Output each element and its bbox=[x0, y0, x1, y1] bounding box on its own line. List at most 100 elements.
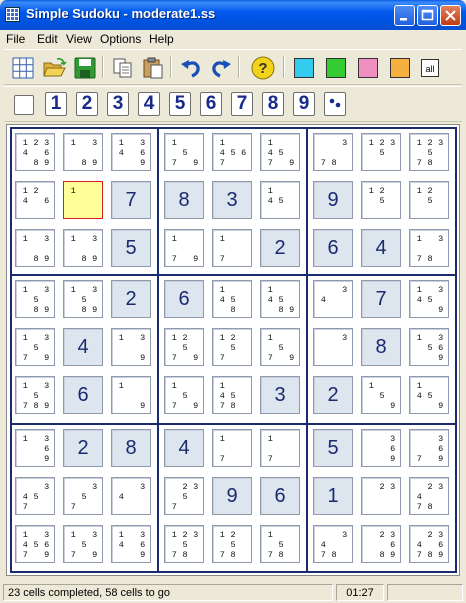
number-6-button[interactable]: 6 bbox=[200, 92, 222, 116]
sudoku-cell[interactable]: 1459 bbox=[409, 376, 449, 414]
sudoku-cell[interactable]: 14578 bbox=[212, 376, 252, 414]
sudoku-cell[interactable]: 1 3589 bbox=[15, 280, 55, 318]
sudoku-cell[interactable]: 3 457 bbox=[15, 477, 55, 515]
sudoku-cell[interactable]: 124 6 bbox=[15, 181, 55, 219]
sudoku-cell[interactable]: 3 bbox=[313, 328, 353, 366]
sudoku-cell[interactable]: 4 bbox=[164, 429, 204, 467]
sudoku-cell[interactable]: 357 bbox=[63, 477, 103, 515]
number-1-button[interactable]: 1 bbox=[45, 92, 67, 116]
maximize-button[interactable] bbox=[417, 5, 438, 26]
sudoku-cell[interactable]: 1 389 bbox=[63, 229, 103, 267]
sudoku-cell[interactable]: 19 bbox=[111, 376, 151, 414]
sudoku-cell[interactable]: 23 bbox=[361, 477, 401, 515]
sudoku-cell[interactable]: 1 3569 bbox=[409, 328, 449, 366]
sudoku-cell[interactable]: 1 3589 bbox=[63, 280, 103, 318]
sudoku-cell[interactable]: 6 bbox=[164, 280, 204, 318]
sudoku-cell[interactable]: 3 bbox=[212, 181, 252, 219]
new-grid-button[interactable] bbox=[10, 55, 36, 81]
sudoku-cell[interactable]: 5 bbox=[111, 229, 151, 267]
sudoku-cell[interactable]: 1579 bbox=[260, 328, 300, 366]
sudoku-cell[interactable]: 1 3 9 bbox=[111, 328, 151, 366]
save-button[interactable] bbox=[72, 55, 98, 81]
sudoku-cell[interactable]: 1456 7 bbox=[212, 133, 252, 171]
sudoku-cell[interactable]: 36 7 9 bbox=[409, 429, 449, 467]
sudoku-cell[interactable]: 123578 bbox=[164, 525, 204, 563]
close-button[interactable] bbox=[440, 5, 461, 26]
sudoku-cell[interactable]: 23689 bbox=[361, 525, 401, 563]
copy-button[interactable] bbox=[110, 55, 136, 81]
sudoku-cell[interactable]: 4 bbox=[63, 328, 103, 366]
sudoku-cell[interactable]: 6 bbox=[313, 229, 353, 267]
menu-help[interactable]: Help bbox=[149, 32, 174, 46]
color-orange-button[interactable] bbox=[387, 55, 413, 81]
sudoku-cell[interactable]: 1578 bbox=[260, 525, 300, 563]
sudoku-cell[interactable]: 1457 9 bbox=[260, 133, 300, 171]
sudoku-cell[interactable]: 1257 9 bbox=[164, 328, 204, 366]
sudoku-cell[interactable]: 5 bbox=[313, 429, 353, 467]
sudoku-cell[interactable]: 145 bbox=[260, 181, 300, 219]
sudoku-cell[interactable]: 2 bbox=[260, 229, 300, 267]
sudoku-cell[interactable]: 3 bbox=[260, 376, 300, 414]
sudoku-cell[interactable]: 34 bbox=[111, 477, 151, 515]
sudoku-cell[interactable]: 123578 bbox=[409, 133, 449, 171]
sudoku-cell[interactable]: 1 35789 bbox=[15, 376, 55, 414]
color-cyan-button[interactable] bbox=[291, 55, 317, 81]
sudoku-cell[interactable]: 8 bbox=[361, 328, 401, 366]
sudoku-cell[interactable]: 9 bbox=[313, 181, 353, 219]
sudoku-cell[interactable]: 2 bbox=[111, 280, 151, 318]
sudoku-cell[interactable]: 1 bbox=[63, 181, 103, 219]
menu-options[interactable]: Options bbox=[100, 32, 141, 46]
number-8-button[interactable]: 8 bbox=[262, 92, 284, 116]
sudoku-cell[interactable]: 17 bbox=[212, 229, 252, 267]
sudoku-cell[interactable]: 1 3 456 7 9 bbox=[15, 525, 55, 563]
sudoku-cell[interactable]: 1458 bbox=[212, 280, 252, 318]
sudoku-cell[interactable]: 8 bbox=[111, 429, 151, 467]
sudoku-cell[interactable]: 1579 bbox=[164, 376, 204, 414]
sudoku-cell[interactable]: 1 7 9 bbox=[164, 229, 204, 267]
hint-button[interactable]: ? bbox=[250, 55, 276, 81]
sudoku-cell[interactable]: 125 bbox=[361, 181, 401, 219]
all-colors-button[interactable]: all bbox=[417, 55, 443, 81]
sudoku-cell[interactable]: 8 bbox=[164, 181, 204, 219]
color-pink-button[interactable] bbox=[355, 55, 381, 81]
minimize-button[interactable] bbox=[394, 5, 415, 26]
sudoku-cell[interactable]: 14589 bbox=[260, 280, 300, 318]
sudoku-cell[interactable]: 1 3 78 bbox=[409, 229, 449, 267]
sudoku-cell[interactable]: 23 478 bbox=[409, 477, 449, 515]
sudoku-cell[interactable]: 1235 bbox=[361, 133, 401, 171]
candidates-toggle-button[interactable] bbox=[324, 92, 346, 116]
sudoku-cell[interactable]: 23 4 6 789 bbox=[409, 525, 449, 563]
sudoku-cell[interactable]: 1 3 459 bbox=[409, 280, 449, 318]
menu-file[interactable]: File bbox=[6, 32, 25, 46]
menu-edit[interactable]: Edit bbox=[37, 32, 58, 46]
sudoku-cell[interactable]: 123 4 689 bbox=[15, 133, 55, 171]
sudoku-cell[interactable]: 125 bbox=[409, 181, 449, 219]
sudoku-cell[interactable]: 6 bbox=[260, 477, 300, 515]
sudoku-cell[interactable]: 2357 bbox=[164, 477, 204, 515]
sudoku-cell[interactable]: 3 78 bbox=[313, 133, 353, 171]
redo-button[interactable] bbox=[208, 55, 234, 81]
sudoku-cell[interactable]: 17 bbox=[260, 429, 300, 467]
sudoku-cell[interactable]: 2 bbox=[63, 429, 103, 467]
sudoku-cell[interactable]: 4 bbox=[361, 229, 401, 267]
number-4-button[interactable]: 4 bbox=[138, 92, 160, 116]
sudoku-cell[interactable]: 34 bbox=[313, 280, 353, 318]
sudoku-cell[interactable]: 1 357 9 bbox=[15, 328, 55, 366]
open-button[interactable] bbox=[42, 55, 68, 81]
sudoku-cell[interactable]: 1 3 4 69 bbox=[111, 525, 151, 563]
sudoku-cell[interactable]: 7 bbox=[111, 181, 151, 219]
sudoku-cell[interactable]: 1 bbox=[313, 477, 353, 515]
sudoku-cell[interactable]: 1257 bbox=[212, 328, 252, 366]
sudoku-cell[interactable]: 17 bbox=[212, 429, 252, 467]
color-green-button[interactable] bbox=[323, 55, 349, 81]
number-5-button[interactable]: 5 bbox=[169, 92, 191, 116]
paste-button[interactable] bbox=[140, 55, 166, 81]
sudoku-cell[interactable]: 1579 bbox=[164, 133, 204, 171]
sudoku-cell[interactable]: 7 bbox=[361, 280, 401, 318]
sudoku-cell[interactable]: 1 3 4 69 bbox=[111, 133, 151, 171]
sudoku-cell[interactable]: 9 bbox=[212, 477, 252, 515]
number-2-button[interactable]: 2 bbox=[76, 92, 98, 116]
sudoku-cell[interactable]: 12578 bbox=[212, 525, 252, 563]
sudoku-cell[interactable]: 1 389 bbox=[63, 133, 103, 171]
sudoku-cell[interactable]: 159 bbox=[361, 376, 401, 414]
